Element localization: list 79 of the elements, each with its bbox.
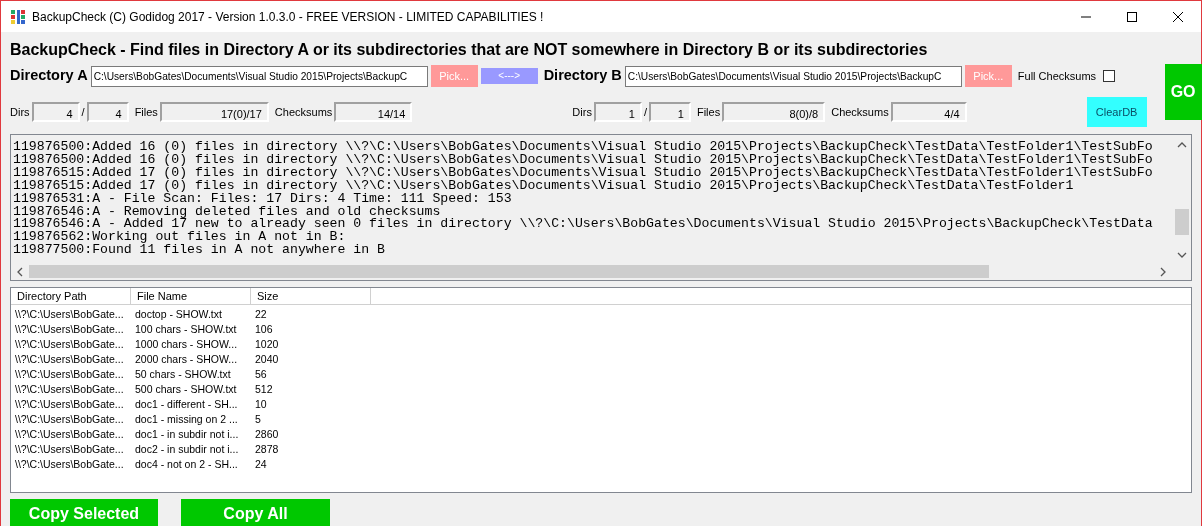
table-cell-text: 2878 xyxy=(254,442,280,457)
log-line: 119876500:Added 16 (0) files in directory \\?\C:\Users\BobGates\Documents\Visual Studio 2015\Projects\BackupCheck\TestData\TestFolder1\TestSubFo xyxy=(13,141,1153,154)
table-cell-text: 2040 xyxy=(254,352,280,367)
table-cell-text: 50 chars - SHOW.txt xyxy=(134,367,232,382)
table-cell-text: \\?\C:\Users\BobGate... xyxy=(14,442,125,457)
table-cell-text: \\?\C:\Users\BobGate... xyxy=(14,307,125,322)
scrollbar-thumb[interactable] xyxy=(29,265,989,278)
table-cell-text: 22 xyxy=(254,307,268,322)
column-header[interactable]: Size xyxy=(251,288,371,305)
scroll-down-icon[interactable] xyxy=(1177,251,1187,259)
checksums-label: Checksums xyxy=(831,104,889,120)
scroll-right-icon[interactable] xyxy=(1159,266,1167,277)
table-cell-text: doctop - SHOW.txt xyxy=(134,307,223,322)
separator: / xyxy=(81,104,85,120)
clear-db-button[interactable]: ClearDB xyxy=(1086,97,1147,127)
table-cell-text: doc1 - missing on 2 ... xyxy=(134,412,239,427)
directory-label: Directory A xyxy=(10,66,88,86)
full-checksums-checkbox[interactable] xyxy=(1103,70,1116,82)
scroll-up-icon[interactable] xyxy=(1177,141,1187,149)
maximize-icon[interactable] xyxy=(1126,10,1138,23)
log-line: 119876515:Added 17 (0) files in directory \\?\C:\Users\BobGates\Documents\Visual Studio 2015\Projects\BackupCheck\TestData\TestFolder1\TestSubFo xyxy=(13,166,1153,180)
dirs-label: Dirs xyxy=(572,104,592,120)
table-cell-text: 512 xyxy=(254,382,274,397)
table-cell-text: \\?\C:\Users\BobGate... xyxy=(14,322,125,337)
close-icon[interactable] xyxy=(1172,10,1184,23)
checksums-label: Checksums xyxy=(274,104,333,120)
dirs-count: 4 xyxy=(31,102,80,122)
scrollbar-thumb[interactable] xyxy=(1175,209,1189,235)
table-cell-text: \\?\C:\Users\BobGate... xyxy=(14,457,125,472)
table-cell-text: \\?\C:\Users\BobGate... xyxy=(14,427,125,442)
table-cell-text: 5 xyxy=(254,412,262,427)
log-line: 119876515:Added 17 (0) files in directory \\?\C:\Users\BobGates\Documents\Visual Studio 2015\Projects\BackupCheck\TestData\TestFolder1 xyxy=(13,179,1074,193)
table-cell-text: 106 xyxy=(254,322,274,337)
separator: / xyxy=(643,104,647,120)
files-count: 17(0)/17 xyxy=(159,102,269,122)
table-cell-text: doc2 - in subdir not i... xyxy=(134,442,240,457)
log-line: 119876546:A - Removing deleted files and old checksums xyxy=(13,205,441,219)
log-line: 119876562:Working out files in A not in B: xyxy=(13,231,346,245)
log-line: 119876500:Added 16 (0) files in directory \\?\C:\Users\BobGates\Documents\Visual Studio 2015\Projects\BackupCheck\TestData\TestFolder1\TestSubFo xyxy=(13,153,1153,167)
dirs-label: Dirs xyxy=(10,104,30,120)
column-header[interactable]: File Name xyxy=(131,288,251,305)
files-count: 8(0)/8 xyxy=(722,102,826,122)
files-label: Files xyxy=(134,104,158,120)
table-cell-text: \\?\C:\Users\BobGate... xyxy=(14,337,125,352)
table-cell-text: 56 xyxy=(254,367,268,382)
table-cell-text: doc1 - in subdir not i... xyxy=(134,427,240,442)
table-cell-text: 1020 xyxy=(254,337,280,352)
table-cell-text: 1000 chars - SHOW... xyxy=(134,337,239,352)
app-icon xyxy=(10,8,26,25)
column-header[interactable]: Directory Path xyxy=(11,288,131,305)
dirs-count: 1 xyxy=(648,102,691,122)
table-cell-text: \\?\C:\Users\BobGate... xyxy=(14,382,125,397)
heading: BackupCheck - Find files in Directory A or its subdirectories that are NOT somewhere in Directory B or its subdirectories xyxy=(10,40,929,60)
table-cell-text: 24 xyxy=(254,457,268,472)
log-line: 119876531:A - File Scan: Files: 17 Dirs: 4 Time: 111 Speed: 153 xyxy=(13,192,512,206)
table-cell-text: 100 chars - SHOW.txt xyxy=(134,322,238,337)
table-cell-text: \\?\C:\Users\BobGate... xyxy=(14,367,125,382)
table-cell-text: 500 chars - SHOW.txt xyxy=(134,382,238,397)
table-cell-text: doc1 - different - SH... xyxy=(134,397,239,412)
checksums-count: 4/4 xyxy=(890,102,967,122)
window-title: BackupCheck (C) Godidog 2017 - Version 1.0.3.0 - FREE VERSION - LIMITED CAPABILITIES ! xyxy=(32,8,544,26)
table-cell-text: 10 xyxy=(254,397,268,412)
dirs-count: 4 xyxy=(86,102,129,122)
path-field[interactable]: C:\Users\BobGates\Documents\Visual Studio 2015\Projects\BackupC xyxy=(624,65,962,87)
directory-label: Directory B xyxy=(543,66,622,86)
checksums-count: 14/14 xyxy=(334,102,413,122)
table-cell-text: doc4 - not on 2 - SH... xyxy=(134,457,239,472)
path-field[interactable]: C:\Users\BobGates\Documents\Visual Studio 2015\Projects\BackupC xyxy=(90,65,428,87)
log-line: 119876546:A - Added 17 new to already seen 0 files in directory \\?\C:\Users\BobGates\Documents\Visual Studio 2015\Projects\BackupCheck\TestData xyxy=(13,218,1153,232)
table-cell-text: \\?\C:\Users\BobGate... xyxy=(14,352,125,367)
checkbox-label: Full Checksums xyxy=(1017,68,1097,84)
scroll-left-icon[interactable] xyxy=(16,266,24,277)
files-label: Files xyxy=(696,104,721,120)
log-line: 119877500:Found 11 files in A not anywhere in B xyxy=(13,244,385,258)
table-cell-text: \\?\C:\Users\BobGate... xyxy=(14,397,125,412)
table-cell-text: 2860 xyxy=(254,427,280,442)
table-cell-text: 2000 chars - SHOW... xyxy=(134,352,239,367)
dirs-count: 1 xyxy=(593,102,642,122)
table-cell-text: \\?\C:\Users\BobGate... xyxy=(14,412,125,427)
